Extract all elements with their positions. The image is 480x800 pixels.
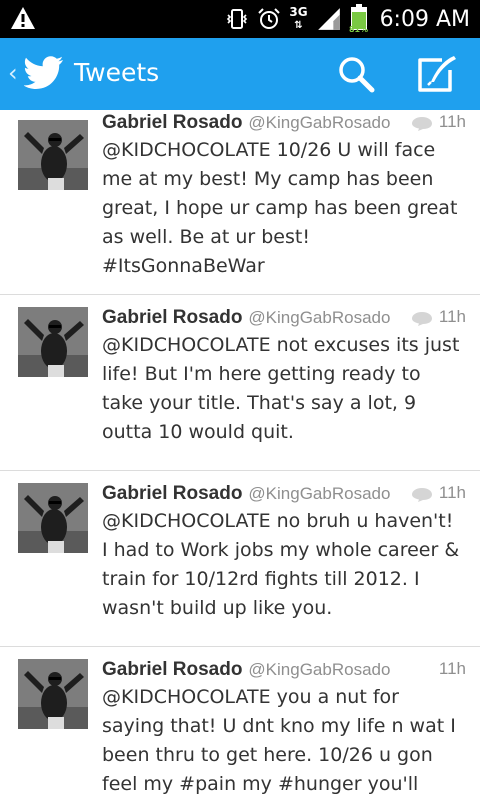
tweet-timestamp: 11h bbox=[438, 307, 466, 326]
tweet-text: @KIDCHOCOLATE no bruh u haven't! I had t… bbox=[102, 510, 460, 619]
tweet-author-name[interactable]: Gabriel Rosado bbox=[102, 483, 242, 504]
tweet-author-handle[interactable]: @KingGabRosado bbox=[248, 484, 390, 503]
tweet-author-handle[interactable]: @KingGabRosado bbox=[248, 660, 390, 679]
search-icon[interactable] bbox=[336, 54, 376, 94]
tweet-text: @KIDCHOCOLATE not excuses its just life!… bbox=[102, 334, 460, 443]
clock: 6:09 AM bbox=[379, 6, 470, 32]
tweet-timeline[interactable]: Gabriel Rosado @KingGabRosado 11h @KIDCHO… bbox=[0, 110, 480, 800]
conversation-icon bbox=[412, 312, 432, 326]
signal-icon bbox=[317, 8, 340, 30]
tweet-header: Gabriel Rosado @KingGabRosado 11h bbox=[102, 659, 466, 685]
avatar[interactable] bbox=[18, 120, 88, 190]
network-type: 3G ⇅ bbox=[289, 6, 307, 32]
conversation-icon bbox=[412, 117, 432, 131]
data-arrows-icon: ⇅ bbox=[294, 20, 303, 31]
back-chevron-icon: ‹ bbox=[8, 59, 18, 87]
avatar[interactable] bbox=[18, 307, 88, 377]
tweet-author-handle[interactable]: @KingGabRosado bbox=[248, 113, 390, 132]
conversation-icon bbox=[412, 488, 432, 502]
tweet-item[interactable]: Gabriel Rosado @KingGabRosado 11h @KIDCHO… bbox=[0, 295, 480, 470]
vibrate-icon bbox=[227, 9, 248, 29]
tweet-author-name[interactable]: Gabriel Rosado bbox=[102, 112, 242, 133]
twitter-bird-icon bbox=[24, 56, 63, 89]
tweet-author-handle[interactable]: @KingGabRosado bbox=[248, 308, 390, 327]
tweet-text: @KIDCHOCOLATE 10/26 U will face me at my… bbox=[102, 139, 458, 277]
status-bar: 3G ⇅ 81% 6:09 AM bbox=[0, 0, 480, 38]
tweet-header: Gabriel Rosado @KingGabRosado 11h bbox=[102, 307, 466, 333]
tweet-header: Gabriel Rosado @KingGabRosado 11h bbox=[102, 112, 466, 138]
tweet-timestamp: 11h bbox=[438, 483, 466, 502]
action-bar: ‹ Tweets bbox=[0, 38, 480, 110]
tweet-timestamp: 11h bbox=[438, 112, 466, 131]
warning-icon bbox=[11, 7, 35, 29]
tweet-item[interactable]: Gabriel Rosado @KingGabRosado 11h @KIDCHO… bbox=[0, 647, 480, 800]
compose-icon[interactable] bbox=[414, 54, 458, 94]
tweet-item[interactable]: Gabriel Rosado @KingGabRosado 11h @KIDCHO… bbox=[0, 110, 480, 294]
avatar[interactable] bbox=[18, 659, 88, 729]
home-up-button[interactable]: ‹ Tweets bbox=[0, 38, 170, 110]
tweet-item[interactable]: Gabriel Rosado @KingGabRosado 11h @KIDCHO… bbox=[0, 471, 480, 646]
tweet-text: @KIDCHOCOLATE you a nut for saying that!… bbox=[102, 686, 456, 795]
tweet-author-name[interactable]: Gabriel Rosado bbox=[102, 307, 242, 328]
page-title: Tweets bbox=[74, 58, 160, 87]
battery-percent: 81% bbox=[348, 25, 369, 34]
tweet-header: Gabriel Rosado @KingGabRosado 11h bbox=[102, 483, 466, 509]
avatar[interactable] bbox=[18, 483, 88, 553]
tweet-timestamp: 11h bbox=[438, 659, 466, 678]
alarm-icon bbox=[258, 8, 281, 29]
network-type-label: 3G bbox=[289, 5, 308, 19]
battery-icon: 81% bbox=[348, 4, 369, 34]
tweet-author-name[interactable]: Gabriel Rosado bbox=[102, 659, 242, 680]
